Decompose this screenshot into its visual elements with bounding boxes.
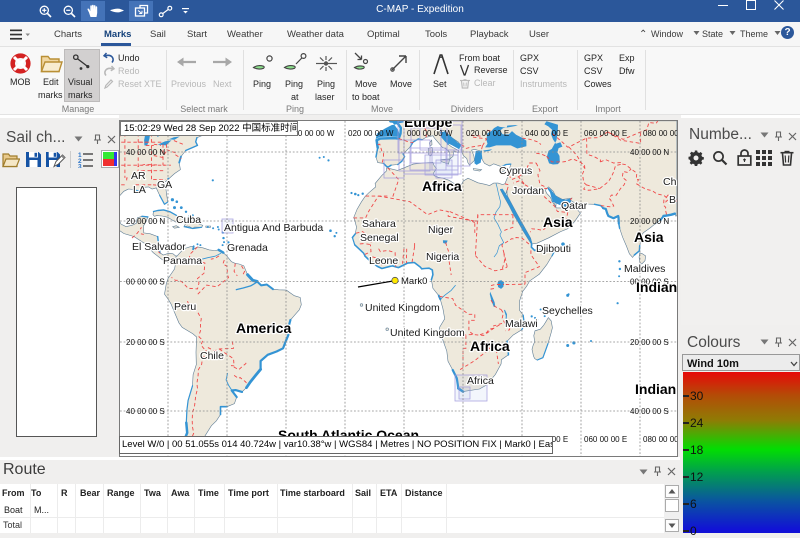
svg-text:Asia: Asia — [634, 229, 664, 245]
svg-text:020 00 00 E: 020 00 00 E — [466, 129, 509, 138]
svg-text:Panama: Panama — [163, 255, 202, 267]
svg-text:El Salvador: El Salvador — [132, 241, 186, 253]
svg-text:Qatar: Qatar — [561, 200, 588, 212]
svg-text:Peru: Peru — [174, 301, 196, 313]
svg-text:20 00 00 N: 20 00 00 N — [630, 217, 669, 226]
svg-text:Europe: Europe — [404, 121, 452, 130]
svg-text:Indian: Indian — [636, 279, 677, 295]
svg-text:Maldives: Maldives — [624, 263, 665, 275]
svg-text:20 00 00 S: 20 00 00 S — [630, 338, 669, 347]
svg-text:060 00 00 E: 060 00 00 E — [584, 129, 627, 138]
svg-text:Seychelles: Seychelles — [542, 305, 593, 317]
svg-text:Nigeria: Nigeria — [426, 251, 459, 263]
svg-text:Jordan: Jordan — [512, 185, 544, 197]
svg-text:3: 3 — [78, 164, 82, 169]
svg-text:GA: GA — [157, 179, 172, 191]
svg-text:Malawi: Malawi — [505, 318, 538, 330]
svg-text:Mark0: Mark0 — [401, 276, 427, 287]
svg-text:Cyprus: Cyprus — [499, 165, 532, 177]
svg-text:Antigua And Barbuda: Antigua And Barbuda — [224, 222, 323, 234]
svg-text:Senegal: Senegal — [360, 232, 399, 244]
svg-text:B: B — [669, 194, 676, 206]
svg-text:Africa: Africa — [422, 178, 462, 194]
svg-text:Leone: Leone — [369, 255, 398, 267]
svg-text:United Kingdom: United Kingdom — [365, 302, 440, 314]
svg-text:040 00 00 E: 040 00 00 E — [525, 129, 568, 138]
svg-text:Asia: Asia — [543, 214, 573, 230]
svg-text:America: America — [236, 320, 291, 336]
svg-text:020 00 00 W: 020 00 00 W — [348, 129, 394, 138]
svg-text:40 00 00 N: 40 00 00 N — [126, 148, 165, 157]
svg-text:40 00 00 S: 40 00 00 S — [126, 407, 165, 416]
svg-text:Niger: Niger — [428, 224, 454, 236]
svg-text:40 00 00 S: 40 00 00 S — [630, 407, 669, 416]
svg-text:LA: LA — [133, 184, 146, 196]
svg-text:080 00 00 E: 080 00 00 E — [643, 435, 677, 444]
svg-text:Sahara: Sahara — [362, 218, 396, 230]
svg-text:Ch: Ch — [663, 176, 677, 188]
svg-text:Africa: Africa — [467, 375, 494, 387]
svg-text:Grenada: Grenada — [227, 242, 268, 254]
svg-text:AR: AR — [131, 170, 146, 182]
svg-text:080 00 00 E: 080 00 00 E — [643, 129, 677, 138]
svg-text:Africa: Africa — [470, 338, 510, 354]
svg-text:Djibouti: Djibouti — [536, 243, 571, 255]
svg-text:40 00 00 N: 40 00 00 N — [630, 148, 669, 157]
svg-text:Indian: Indian — [635, 381, 676, 397]
svg-text:Chile: Chile — [200, 350, 224, 362]
svg-text:00 00 00 S: 00 00 00 S — [126, 278, 165, 287]
svg-text:Cuba: Cuba — [176, 214, 201, 226]
svg-text:000 00 00 W: 000 00 00 W — [407, 129, 453, 138]
svg-text:20 00 00 S: 20 00 00 S — [126, 338, 165, 347]
svg-text:20 00 00 N: 20 00 00 N — [126, 217, 165, 226]
svg-text:060 00 00 E: 060 00 00 E — [584, 435, 627, 444]
svg-text:United Kingdom: United Kingdom — [390, 327, 465, 339]
